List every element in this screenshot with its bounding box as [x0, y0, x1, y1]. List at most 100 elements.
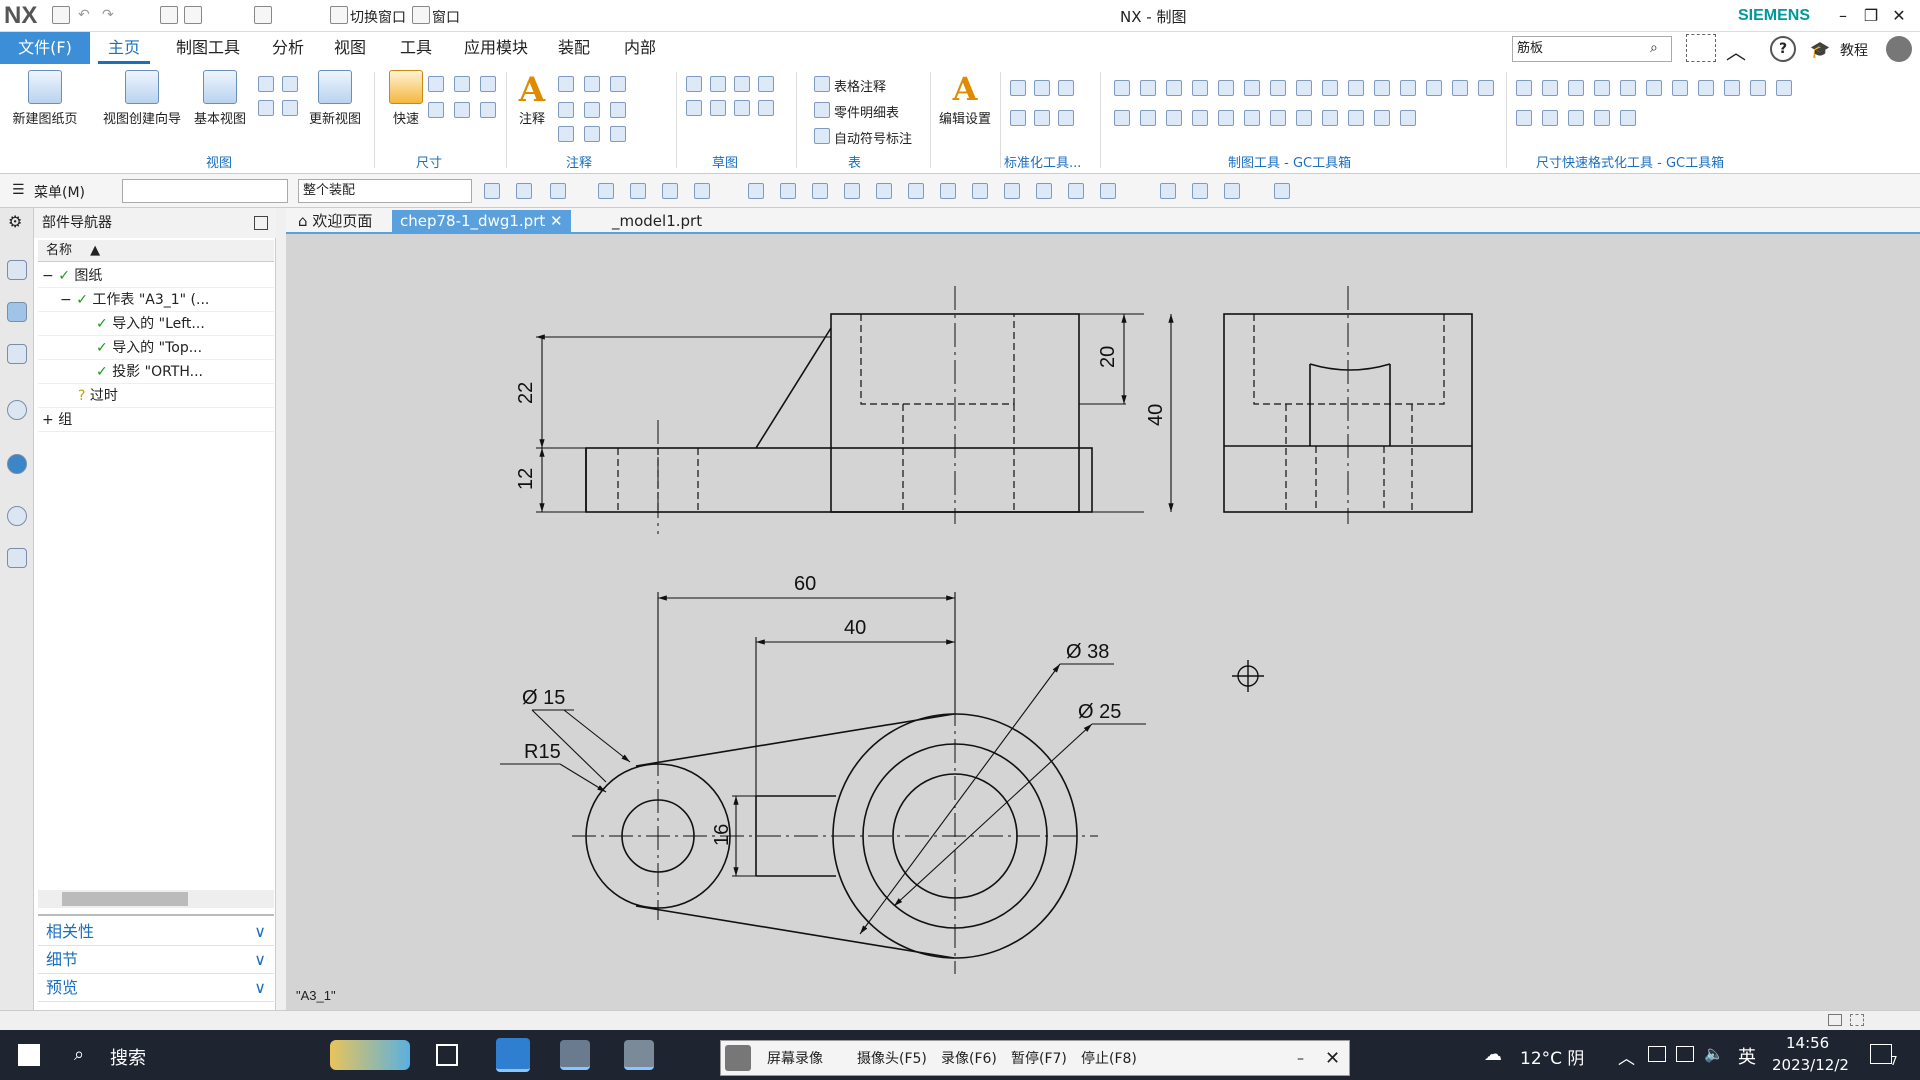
rapid-dimension-button[interactable]: 快速: [384, 70, 428, 127]
snap-point-icon[interactable]: [780, 183, 796, 199]
checkmark-icon[interactable]: ✓: [96, 316, 108, 332]
polygon-icon[interactable]: [758, 100, 774, 116]
gc-drafting-tool-icon[interactable]: [1478, 80, 1494, 96]
standard-tool-icon[interactable]: [1058, 80, 1074, 96]
gc-drafting-tool-icon[interactable]: [1166, 110, 1182, 126]
selection-mode-icon[interactable]: [1828, 1014, 1842, 1026]
pause-button[interactable]: 暂停(F7): [1011, 1041, 1067, 1077]
snap-point-icon[interactable]: [972, 183, 988, 199]
fit-icon[interactable]: [1224, 183, 1240, 199]
gc-dim-format-icon[interactable]: [1776, 80, 1792, 96]
switch-window-icon[interactable]: [330, 6, 348, 24]
history-icon[interactable]: [7, 506, 27, 526]
tree-item-imported-top[interactable]: ✓ 导入的 "Top...: [96, 336, 202, 360]
web-browser-icon[interactable]: [7, 454, 27, 474]
note-button[interactable]: A 注释: [512, 70, 552, 127]
window-menu-button[interactable]: 窗口: [432, 7, 460, 27]
tree-item-projection[interactable]: ✓ 投影 "ORTH...: [96, 360, 203, 384]
gc-drafting-tool-icon[interactable]: [1140, 80, 1156, 96]
tab-drafting-tools[interactable]: 制图工具: [166, 32, 250, 64]
gc-dim-format-icon[interactable]: [1646, 80, 1662, 96]
snap-point-icon[interactable]: [940, 183, 956, 199]
camera-button[interactable]: 摄像头(F5): [857, 1041, 927, 1077]
collapse-ribbon-icon[interactable]: ︿: [1726, 36, 1746, 65]
gc-dim-format-icon[interactable]: [1672, 80, 1688, 96]
assembly-navigator-icon[interactable]: [7, 260, 27, 280]
selection-tool-icon[interactable]: [662, 183, 678, 199]
tray-app-icon[interactable]: [1648, 1046, 1666, 1062]
auto-balloon-button[interactable]: 自动符号标注: [834, 128, 912, 147]
help-icon[interactable]: ?: [1770, 36, 1796, 62]
close-tab-icon[interactable]: ✕: [550, 212, 563, 230]
snap-point-icon[interactable]: [1068, 183, 1084, 199]
gc-drafting-tool-icon[interactable]: [1452, 80, 1468, 96]
document-icon[interactable]: [254, 6, 272, 24]
hatch-icon[interactable]: [610, 102, 626, 118]
tray-chevron-icon[interactable]: ︿: [1618, 1044, 1635, 1069]
datum-icon[interactable]: [584, 76, 600, 92]
gc-drafting-tool-icon[interactable]: [1374, 80, 1390, 96]
spline-icon[interactable]: [734, 100, 750, 116]
centerline-icon[interactable]: [558, 126, 574, 142]
panel-dependencies[interactable]: 相关性 ∨: [38, 918, 274, 946]
gc-drafting-tool-icon[interactable]: [1218, 80, 1234, 96]
symbol-icon[interactable]: [610, 76, 626, 92]
windows-start-icon[interactable]: [18, 1044, 40, 1066]
tree-item-outdated[interactable]: ? 过时: [78, 384, 118, 408]
role-icon[interactable]: [7, 548, 27, 568]
gc-drafting-tool-icon[interactable]: [1322, 110, 1338, 126]
tab-assembly[interactable]: 装配: [548, 32, 600, 64]
stop-button[interactable]: 停止(F8): [1081, 1041, 1137, 1077]
fullscreen-toggle-icon[interactable]: [1850, 1014, 1864, 1026]
gc-dim-format-icon[interactable]: [1698, 80, 1714, 96]
undo-icon[interactable]: ↶: [78, 7, 90, 23]
selection-tool-icon[interactable]: [598, 183, 614, 199]
hamburger-icon[interactable]: ☰: [12, 182, 25, 198]
checkmark-icon[interactable]: ✓: [96, 364, 108, 380]
gc-drafting-tool-icon[interactable]: [1400, 80, 1416, 96]
gc-drafting-tool-icon[interactable]: [1166, 80, 1182, 96]
checkmark-icon[interactable]: ✓: [96, 340, 108, 356]
standard-tool-icon[interactable]: [1058, 110, 1074, 126]
camera-app-icon[interactable]: [560, 1040, 590, 1070]
switch-window-button[interactable]: 切换窗口: [350, 7, 406, 27]
filter-icon[interactable]: [516, 183, 532, 199]
tab-view[interactable]: 视图: [324, 32, 376, 64]
checkmark-icon[interactable]: ✓: [58, 268, 70, 284]
radial-dim-icon[interactable]: [454, 76, 470, 92]
tab-drawing-file[interactable]: chep78-1_dwg1.prt ✕: [392, 210, 571, 234]
chamfer-dim-icon[interactable]: [428, 102, 444, 118]
gc-drafting-tool-icon[interactable]: [1296, 80, 1312, 96]
gc-drafting-tool-icon[interactable]: [1114, 80, 1130, 96]
reuse-library-icon[interactable]: [7, 344, 27, 364]
gc-dim-format-icon[interactable]: [1568, 80, 1584, 96]
gc-dim-format-icon[interactable]: [1516, 110, 1532, 126]
expander-icon[interactable]: −: [60, 292, 72, 308]
update-view-button[interactable]: 更新视图: [302, 70, 368, 127]
gc-drafting-tool-icon[interactable]: [1114, 110, 1130, 126]
surface-finish-icon[interactable]: [584, 102, 600, 118]
gc-drafting-tool-icon[interactable]: [1374, 110, 1390, 126]
gc-dim-format-icon[interactable]: [1516, 80, 1532, 96]
restore-button[interactable]: ❐: [1858, 4, 1884, 28]
linear-dim-icon[interactable]: [428, 76, 444, 92]
save-icon[interactable]: [52, 6, 70, 24]
tree-row[interactable]: [38, 384, 274, 408]
checkmark-icon[interactable]: ✓: [76, 292, 88, 308]
weather-text[interactable]: 12°C 阴: [1520, 1044, 1584, 1069]
gc-dim-format-icon[interactable]: [1568, 110, 1584, 126]
menu-button[interactable]: 菜单(M): [34, 182, 85, 202]
tree-item-imported-left[interactable]: ✓ 导入的 "Left...: [96, 312, 205, 336]
snap-point-icon[interactable]: [844, 183, 860, 199]
tab-applications[interactable]: 应用模块: [454, 32, 538, 64]
notification-icon[interactable]: [1870, 1044, 1892, 1064]
thickness-dim-icon[interactable]: [454, 102, 470, 118]
tree-item-drawing[interactable]: − ✓ 图纸: [42, 264, 102, 288]
parts-list-button[interactable]: 零件明细表: [834, 102, 899, 121]
gc-drafting-tool-icon[interactable]: [1348, 80, 1364, 96]
snap-point-icon[interactable]: [1036, 183, 1052, 199]
gc-drafting-tool-icon[interactable]: [1218, 110, 1234, 126]
gc-drafting-tool-icon[interactable]: [1270, 80, 1286, 96]
gc-dim-format-icon[interactable]: [1750, 80, 1766, 96]
detail-view-icon[interactable]: [258, 100, 274, 116]
